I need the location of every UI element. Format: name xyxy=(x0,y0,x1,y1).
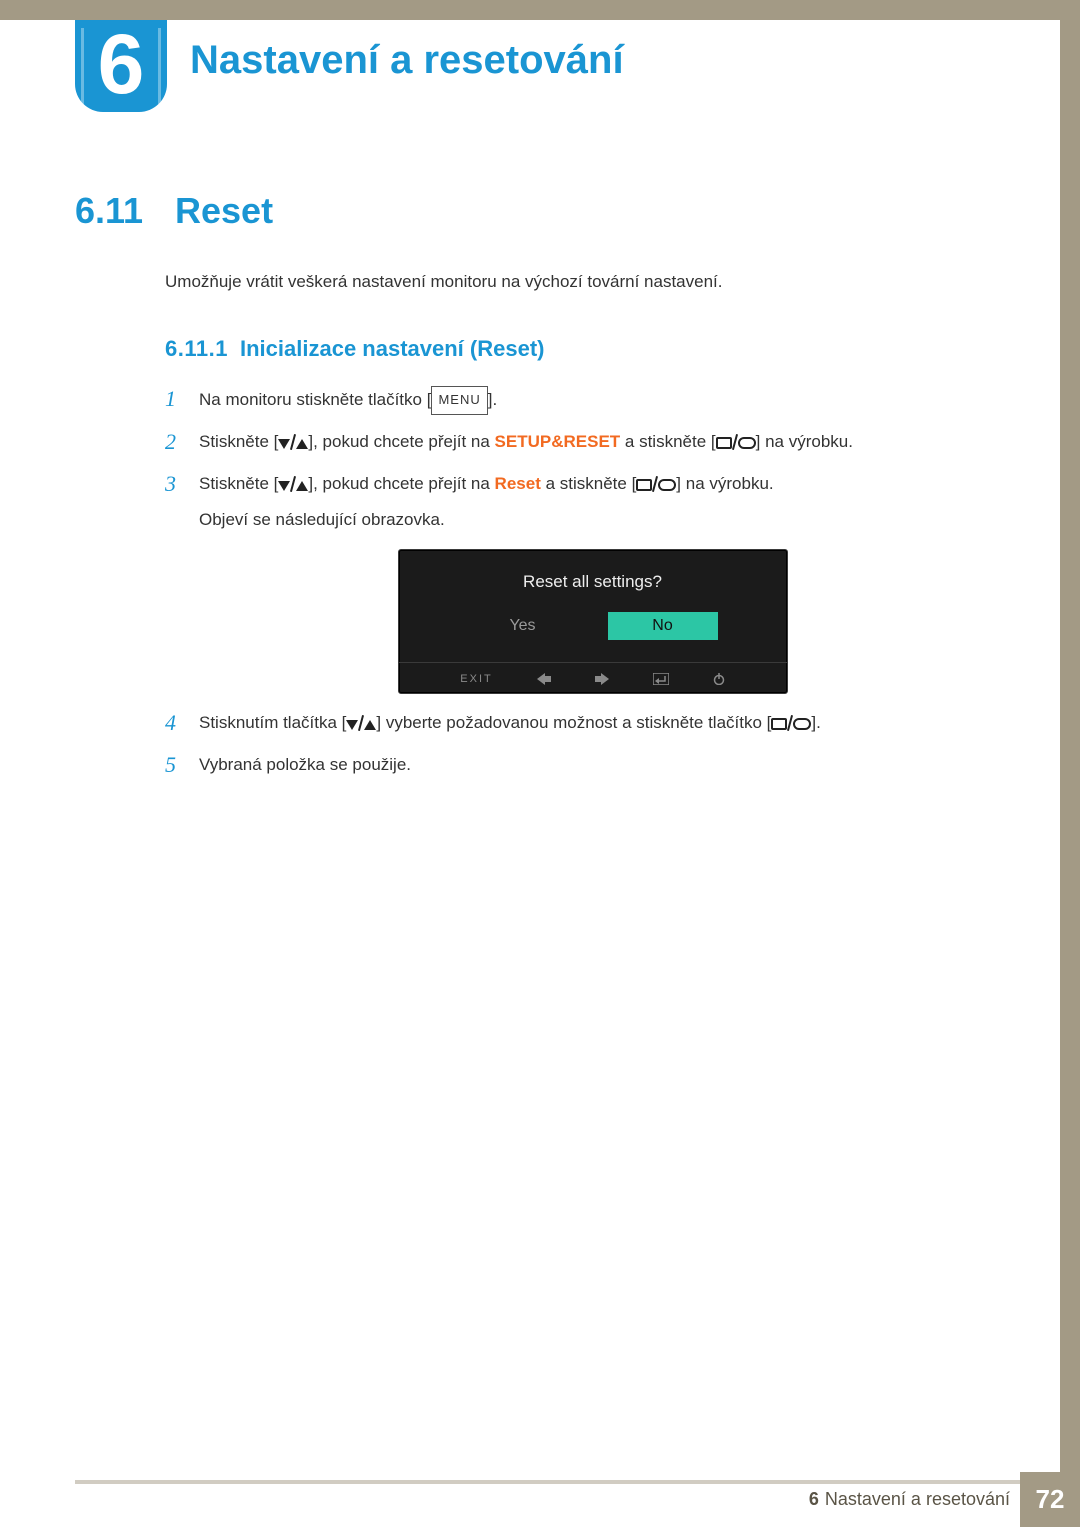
step-body: Vybraná položka se použije. xyxy=(199,752,1020,778)
step-number: 4 xyxy=(165,710,199,738)
text: ], pokud chcete přejít na xyxy=(308,432,494,451)
step-number: 5 xyxy=(165,752,199,778)
step-number: 3 xyxy=(165,471,199,533)
chapter-title: Nastavení a resetování xyxy=(190,38,624,83)
text: Stiskněte [ xyxy=(199,474,278,493)
source-enter-icon xyxy=(716,431,756,457)
page-footer: 6 Nastavení a resetování 72 xyxy=(0,1472,1080,1527)
menu-button-label: MENU xyxy=(431,386,487,415)
text: ]. xyxy=(811,713,820,732)
left-arrow-icon xyxy=(537,673,551,685)
text: Vybraná položka se použije. xyxy=(199,755,411,774)
footer-chapter-label: 6 Nastavení a resetování xyxy=(809,1472,1010,1527)
osd-legend: EXIT xyxy=(399,662,787,685)
text: ]. xyxy=(488,390,497,409)
text: a stiskněte [ xyxy=(620,432,715,451)
down-up-icon xyxy=(278,473,308,499)
subsection-number: 6.11.1 xyxy=(165,336,240,362)
osd-exit-label: EXIT xyxy=(460,673,492,685)
page-content: 6.11Reset Umožňuje vrátit veškerá nastav… xyxy=(75,190,1020,792)
text: ], pokud chcete přejít na xyxy=(308,474,494,493)
step-body: Stisknutím tlačítka [ ] vyberte požadovan… xyxy=(199,710,1020,738)
setup-reset-label: SETUP&RESET xyxy=(495,432,621,451)
step-body: Stiskněte [ ], pokud chcete přejít na Res… xyxy=(199,471,1020,533)
step-body: Na monitoru stiskněte tlačítko [MENU]. xyxy=(199,386,1020,415)
step-subtext: Objeví se následující obrazovka. xyxy=(199,507,1020,533)
section-heading: 6.11Reset xyxy=(75,190,1020,232)
text: ] na výrobku. xyxy=(756,432,853,451)
subsection-title: Inicializace nastavení (Reset) xyxy=(240,336,544,361)
right-arrow-icon xyxy=(595,673,609,685)
section-title: Reset xyxy=(175,190,273,231)
down-up-icon xyxy=(278,431,308,457)
text: ] vyberte požadovanou možnost a stisknět… xyxy=(376,713,771,732)
down-up-icon xyxy=(346,712,376,738)
subsection-heading: 6.11.1Inicializace nastavení (Reset) xyxy=(165,336,1020,362)
reset-label: Reset xyxy=(495,474,541,493)
top-accent-bar xyxy=(0,0,1080,20)
step-5: 5 Vybraná položka se použije. xyxy=(165,752,1020,778)
section-intro: Umožňuje vrátit veškerá nastavení monito… xyxy=(165,272,1020,292)
osd-dialog: Reset all settings? Yes No EXIT xyxy=(398,549,788,694)
step-2: 2 Stiskněte [ ], pokud chcete přejít na S… xyxy=(165,429,1020,457)
step-3: 3 Stiskněte [ ], pokud chcete přejít na R… xyxy=(165,471,1020,533)
osd-illustration: Reset all settings? Yes No EXIT xyxy=(165,549,1020,694)
text: a stiskněte [ xyxy=(541,474,636,493)
section-number: 6.11 xyxy=(75,190,175,232)
footer-chapter-number: 6 xyxy=(809,1489,819,1510)
osd-title: Reset all settings? xyxy=(399,572,787,592)
osd-no-button: No xyxy=(608,612,718,640)
step-number: 1 xyxy=(165,386,199,415)
enter-icon xyxy=(653,673,669,685)
step-body: Stiskněte [ ], pokud chcete přejít na SET… xyxy=(199,429,1020,457)
footer-chapter-title: Nastavení a resetování xyxy=(825,1489,1010,1510)
text: ] na výrobku. xyxy=(676,474,773,493)
text: Na monitoru stiskněte tlačítko [ xyxy=(199,390,431,409)
source-enter-icon xyxy=(636,473,676,499)
chapter-number-tab: 6 xyxy=(75,20,167,112)
step-list: 1 Na monitoru stiskněte tlačítko [MENU].… xyxy=(165,386,1020,778)
source-enter-icon xyxy=(771,712,811,738)
page-number: 72 xyxy=(1020,1472,1080,1527)
step-4: 4 Stisknutím tlačítka [ ] vyberte požadov… xyxy=(165,710,1020,738)
text: Stisknutím tlačítka [ xyxy=(199,713,346,732)
step-1: 1 Na monitoru stiskněte tlačítko [MENU]. xyxy=(165,386,1020,415)
osd-buttons: Yes No xyxy=(399,612,787,640)
power-icon xyxy=(713,673,725,685)
side-accent-bar xyxy=(1060,20,1080,1472)
step-number: 2 xyxy=(165,429,199,457)
text: Stiskněte [ xyxy=(199,432,278,451)
osd-yes-button: Yes xyxy=(468,612,578,640)
